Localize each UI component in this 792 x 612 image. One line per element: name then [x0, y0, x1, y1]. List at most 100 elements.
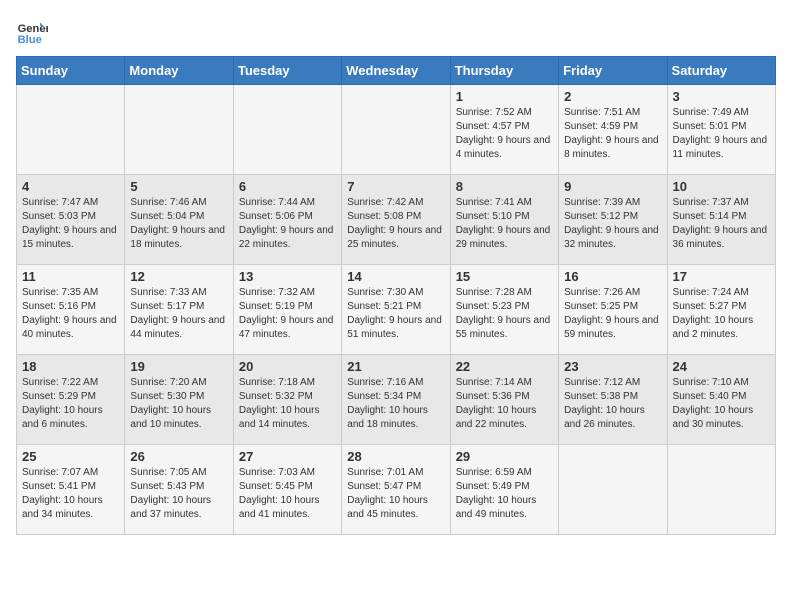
- day-number: 19: [130, 359, 227, 374]
- day-info: Sunrise: 7:14 AM Sunset: 5:36 PM Dayligh…: [456, 376, 553, 432]
- day-info: Sunrise: 7:33 AM Sunset: 5:17 PM Dayligh…: [130, 286, 227, 342]
- day-info: Sunrise: 7:18 AM Sunset: 5:32 PM Dayligh…: [239, 376, 336, 432]
- col-header-friday: Friday: [559, 57, 667, 85]
- day-info: Sunrise: 6:59 AM Sunset: 5:49 PM Dayligh…: [456, 466, 553, 522]
- col-header-thursday: Thursday: [450, 57, 558, 85]
- calendar-cell: 17 Sunrise: 7:24 AM Sunset: 5:27 PM Dayli…: [667, 265, 775, 355]
- calendar-cell: 18 Sunrise: 7:22 AM Sunset: 5:29 PM Dayli…: [17, 355, 125, 445]
- day-info: Sunrise: 7:12 AM Sunset: 5:38 PM Dayligh…: [564, 376, 661, 432]
- day-number: 13: [239, 269, 336, 284]
- day-number: 22: [456, 359, 553, 374]
- day-info: Sunrise: 7:37 AM Sunset: 5:14 PM Dayligh…: [673, 196, 770, 252]
- day-info: Sunrise: 7:16 AM Sunset: 5:34 PM Dayligh…: [347, 376, 444, 432]
- day-number: 4: [22, 179, 119, 194]
- day-number: 29: [456, 449, 553, 464]
- day-number: 26: [130, 449, 227, 464]
- calendar-cell: 2 Sunrise: 7:51 AM Sunset: 4:59 PM Daylig…: [559, 85, 667, 175]
- day-number: 2: [564, 89, 661, 104]
- day-info: Sunrise: 7:22 AM Sunset: 5:29 PM Dayligh…: [22, 376, 119, 432]
- day-number: 27: [239, 449, 336, 464]
- day-info: Sunrise: 7:07 AM Sunset: 5:41 PM Dayligh…: [22, 466, 119, 522]
- svg-text:Blue: Blue: [18, 34, 42, 46]
- day-number: 25: [22, 449, 119, 464]
- header: General Blue: [16, 16, 776, 48]
- day-number: 24: [673, 359, 770, 374]
- calendar-cell: 26Sunrise: 7:05 AM Sunset: 5:43 PM Dayli…: [125, 445, 233, 535]
- calendar-cell: 15 Sunrise: 7:28 AM Sunset: 5:23 PM Dayli…: [450, 265, 558, 355]
- calendar-cell: 20 Sunrise: 7:18 AM Sunset: 5:32 PM Dayli…: [233, 355, 341, 445]
- day-info: Sunrise: 7:41 AM Sunset: 5:10 PM Dayligh…: [456, 196, 553, 252]
- calendar-cell: 7Sunrise: 7:42 AM Sunset: 5:08 PM Daylig…: [342, 175, 450, 265]
- calendar-cell: 27 Sunrise: 7:03 AM Sunset: 5:45 PM Dayli…: [233, 445, 341, 535]
- col-header-monday: Monday: [125, 57, 233, 85]
- calendar-cell: [342, 85, 450, 175]
- col-header-wednesday: Wednesday: [342, 57, 450, 85]
- calendar-cell: 6 Sunrise: 7:44 AM Sunset: 5:06 PM Daylig…: [233, 175, 341, 265]
- svg-text:General: General: [18, 23, 48, 35]
- day-info: Sunrise: 7:46 AM Sunset: 5:04 PM Dayligh…: [130, 196, 227, 252]
- calendar-cell: 8 Sunrise: 7:41 AM Sunset: 5:10 PM Daylig…: [450, 175, 558, 265]
- day-number: 18: [22, 359, 119, 374]
- day-number: 3: [673, 89, 770, 104]
- calendar-cell: 21 Sunrise: 7:16 AM Sunset: 5:34 PM Dayli…: [342, 355, 450, 445]
- day-info: Sunrise: 7:26 AM Sunset: 5:25 PM Dayligh…: [564, 286, 661, 342]
- calendar-cell: 16Sunrise: 7:26 AM Sunset: 5:25 PM Dayli…: [559, 265, 667, 355]
- day-number: 21: [347, 359, 444, 374]
- day-number: 8: [456, 179, 553, 194]
- calendar-cell: 9 Sunrise: 7:39 AM Sunset: 5:12 PM Daylig…: [559, 175, 667, 265]
- day-number: 15: [456, 269, 553, 284]
- calendar-cell: 1 Sunrise: 7:52 AM Sunset: 4:57 PM Daylig…: [450, 85, 558, 175]
- calendar-cell: 23 Sunrise: 7:12 AM Sunset: 5:38 PM Dayli…: [559, 355, 667, 445]
- day-number: 20: [239, 359, 336, 374]
- col-header-sunday: Sunday: [17, 57, 125, 85]
- day-info: Sunrise: 7:35 AM Sunset: 5:16 PM Dayligh…: [22, 286, 119, 342]
- col-header-saturday: Saturday: [667, 57, 775, 85]
- calendar-cell: 13 Sunrise: 7:32 AM Sunset: 5:19 PM Dayli…: [233, 265, 341, 355]
- day-info: Sunrise: 7:47 AM Sunset: 5:03 PM Dayligh…: [22, 196, 119, 252]
- day-number: 1: [456, 89, 553, 104]
- col-header-tuesday: Tuesday: [233, 57, 341, 85]
- day-info: Sunrise: 7:01 AM Sunset: 5:47 PM Dayligh…: [347, 466, 444, 522]
- day-number: 12: [130, 269, 227, 284]
- calendar-cell: 3Sunrise: 7:49 AM Sunset: 5:01 PM Daylig…: [667, 85, 775, 175]
- calendar-cell: 5 Sunrise: 7:46 AM Sunset: 5:04 PM Daylig…: [125, 175, 233, 265]
- calendar-cell: 22 Sunrise: 7:14 AM Sunset: 5:36 PM Dayli…: [450, 355, 558, 445]
- calendar-cell: 4 Sunrise: 7:47 AM Sunset: 5:03 PM Daylig…: [17, 175, 125, 265]
- calendar-table: SundayMondayTuesdayWednesdayThursdayFrid…: [16, 56, 776, 535]
- day-info: Sunrise: 7:39 AM Sunset: 5:12 PM Dayligh…: [564, 196, 661, 252]
- logo: General Blue: [16, 16, 52, 48]
- day-number: 23: [564, 359, 661, 374]
- day-info: Sunrise: 7:32 AM Sunset: 5:19 PM Dayligh…: [239, 286, 336, 342]
- day-number: 5: [130, 179, 227, 194]
- day-info: Sunrise: 7:10 AM Sunset: 5:40 PM Dayligh…: [673, 376, 770, 432]
- day-info: Sunrise: 7:28 AM Sunset: 5:23 PM Dayligh…: [456, 286, 553, 342]
- calendar-cell: [17, 85, 125, 175]
- calendar-cell: [125, 85, 233, 175]
- calendar-cell: 24 Sunrise: 7:10 AM Sunset: 5:40 PM Dayli…: [667, 355, 775, 445]
- calendar-cell: 29 Sunrise: 6:59 AM Sunset: 5:49 PM Dayli…: [450, 445, 558, 535]
- day-number: 28: [347, 449, 444, 464]
- day-number: 7: [347, 179, 444, 194]
- day-info: Sunrise: 7:03 AM Sunset: 5:45 PM Dayligh…: [239, 466, 336, 522]
- day-info: Sunrise: 7:44 AM Sunset: 5:06 PM Dayligh…: [239, 196, 336, 252]
- calendar-cell: [559, 445, 667, 535]
- calendar-cell: 19 Sunrise: 7:20 AM Sunset: 5:30 PM Dayli…: [125, 355, 233, 445]
- day-info: Sunrise: 7:30 AM Sunset: 5:21 PM Dayligh…: [347, 286, 444, 342]
- calendar-cell: 12 Sunrise: 7:33 AM Sunset: 5:17 PM Dayli…: [125, 265, 233, 355]
- day-number: 14: [347, 269, 444, 284]
- day-number: 10: [673, 179, 770, 194]
- day-info: Sunrise: 7:20 AM Sunset: 5:30 PM Dayligh…: [130, 376, 227, 432]
- day-number: 17: [673, 269, 770, 284]
- calendar-cell: 28 Sunrise: 7:01 AM Sunset: 5:47 PM Dayli…: [342, 445, 450, 535]
- calendar-cell: 25 Sunrise: 7:07 AM Sunset: 5:41 PM Dayli…: [17, 445, 125, 535]
- day-number: 9: [564, 179, 661, 194]
- day-info: Sunrise: 7:51 AM Sunset: 4:59 PM Dayligh…: [564, 106, 661, 162]
- calendar-cell: 14 Sunrise: 7:30 AM Sunset: 5:21 PM Dayli…: [342, 265, 450, 355]
- day-number: 6: [239, 179, 336, 194]
- calendar-cell: 11 Sunrise: 7:35 AM Sunset: 5:16 PM Dayli…: [17, 265, 125, 355]
- day-info: Sunrise: 7:52 AM Sunset: 4:57 PM Dayligh…: [456, 106, 553, 162]
- day-info: Sunrise: 7:24 AM Sunset: 5:27 PM Dayligh…: [673, 286, 770, 342]
- calendar-cell: 10 Sunrise: 7:37 AM Sunset: 5:14 PM Dayli…: [667, 175, 775, 265]
- day-number: 11: [22, 269, 119, 284]
- logo-icon: General Blue: [16, 16, 48, 48]
